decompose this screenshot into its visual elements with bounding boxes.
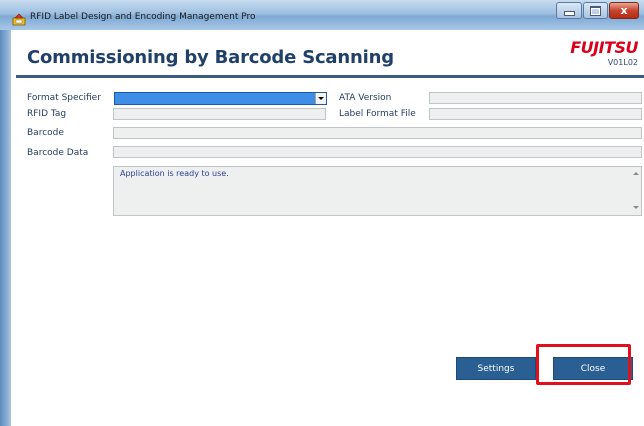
close-button-highlight — [536, 344, 631, 385]
header-divider — [16, 75, 644, 78]
scroll-up-icon[interactable] — [633, 172, 639, 175]
barcode-field[interactable] — [113, 127, 642, 139]
rfid-tag-field — [113, 108, 326, 120]
settings-button[interactable]: Settings — [456, 357, 536, 380]
window-close-button[interactable]: x — [609, 2, 639, 19]
format-specifier-label: Format Specifier — [27, 93, 101, 103]
minimize-button[interactable] — [556, 2, 582, 19]
page-title: Commissioning by Barcode Scanning — [27, 47, 394, 68]
status-message-box[interactable]: Application is ready to use. — [113, 166, 642, 216]
chevron-down-icon — [318, 97, 324, 100]
close-icon: x — [620, 4, 628, 17]
rfid-app-icon — [12, 11, 26, 26]
rfid-tag-label: RFID Tag — [27, 109, 67, 119]
ata-version-label: ATA Version — [339, 93, 392, 103]
barcode-data-label: Barcode Data — [27, 148, 89, 158]
scroll-down-icon[interactable] — [633, 206, 639, 209]
window-left-border — [0, 30, 11, 426]
maximize-icon — [590, 5, 601, 16]
window-title: RFID Label Design and Encoding Managemen… — [30, 12, 256, 22]
version-label: V01L02 — [607, 58, 638, 67]
title-bar[interactable]: RFID Label Design and Encoding Managemen… — [0, 0, 644, 30]
fujitsu-logo: FUJITSU — [570, 38, 638, 57]
ata-version-field — [429, 92, 642, 104]
maximize-button[interactable] — [583, 2, 608, 19]
barcode-data-field — [113, 146, 642, 158]
format-specifier-dropdown-button[interactable] — [315, 93, 326, 104]
label-format-file-field — [429, 108, 642, 120]
format-specifier-select[interactable] — [114, 92, 327, 105]
minimize-icon — [563, 11, 575, 16]
app-window: RFID Label Design and Encoding Managemen… — [0, 0, 644, 426]
label-format-file-label: Label Format File — [339, 109, 416, 119]
status-message: Application is ready to use. — [120, 169, 229, 178]
barcode-label: Barcode — [27, 128, 64, 138]
message-scrollbar[interactable] — [630, 167, 641, 215]
